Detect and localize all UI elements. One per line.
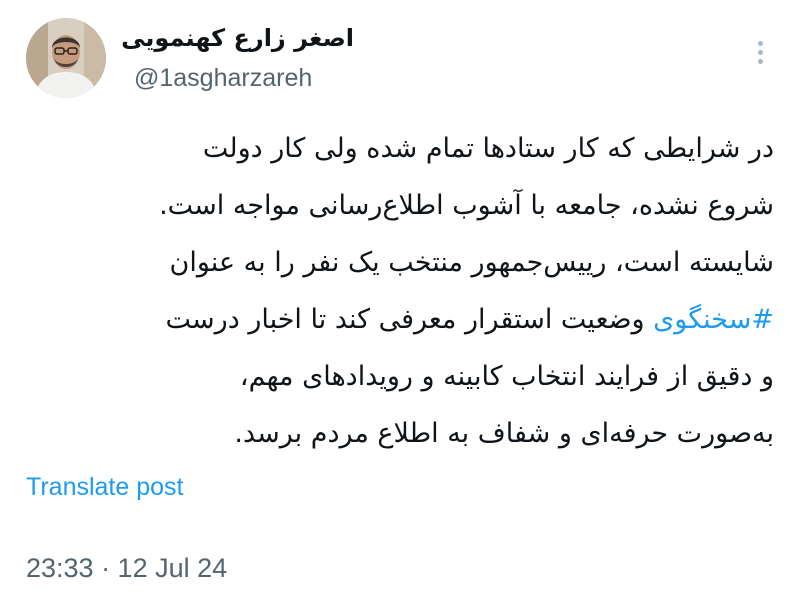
tweet-text: در شرایطی که کار ستادها تمام شده ولی کار… <box>36 120 774 462</box>
author-name[interactable]: اصغر زارع کهنمویی <box>121 24 354 52</box>
dot <box>757 40 763 46</box>
author-handle[interactable]: @1asgharzareh <box>134 64 312 93</box>
tweet-line: و دقیق از فرایند انتخاب کابینه و رویداده… <box>239 361 774 392</box>
tweet-line-rest: وضعیت استقرار معرفی کند تا اخبار درست <box>165 304 645 335</box>
translate-post-link[interactable]: Translate post <box>26 473 183 502</box>
avatar[interactable] <box>26 18 106 98</box>
hashtag-link[interactable]: #سخنگوی <box>653 304 774 335</box>
dot <box>757 49 763 55</box>
tweet-line: شایسته است، رییس‌جمهور منتخب یک نفر را ب… <box>169 247 774 278</box>
dot <box>757 58 763 64</box>
post-timestamp[interactable]: 23:33 · 12 Jul 24 <box>26 553 227 584</box>
more-options-icon[interactable] <box>748 36 772 68</box>
tweet-line: #سخنگوی وضعیت استقرار معرفی کند تا اخبار… <box>36 291 774 348</box>
tweet-line: به‌صورت حرفه‌ای و شفاف به اطلاع مردم برس… <box>234 418 774 449</box>
tweet-line: در شرایطی که کار ستادها تمام شده ولی کار… <box>202 133 774 164</box>
profile-photo-icon <box>26 18 106 98</box>
tweet-line: شروع نشده، جامعه با آشوب اطلاع‌رسانی موا… <box>159 190 774 221</box>
